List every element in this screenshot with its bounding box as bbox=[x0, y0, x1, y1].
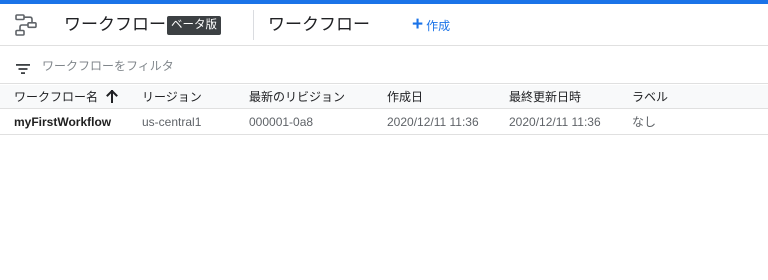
filter-icon[interactable] bbox=[16, 61, 30, 74]
workflow-name-link[interactable]: myFirstWorkflow bbox=[14, 109, 111, 134]
workflows-table: ワークフロー名 リージョン 最新のリビジョン 作成日 最終更新日時 ラベル my… bbox=[0, 85, 768, 135]
product-title: ワークフロー bbox=[64, 15, 166, 34]
page-header: ワークフロー ベータ版 ワークフロー + 作成 bbox=[0, 4, 768, 46]
column-header-name-label: ワークフロー名 bbox=[14, 90, 99, 104]
column-header-name[interactable]: ワークフロー名 bbox=[14, 85, 118, 108]
filter-input[interactable] bbox=[42, 56, 342, 76]
header-divider bbox=[253, 10, 254, 40]
workflow-labels: なし bbox=[632, 115, 657, 129]
table-header-row: ワークフロー名 リージョン 最新のリビジョン 作成日 最終更新日時 ラベル bbox=[0, 85, 768, 109]
workflow-updated: 2020/12/11 11:36 bbox=[509, 114, 601, 129]
filter-bar bbox=[0, 47, 768, 84]
table-row[interactable]: myFirstWorkflow us-central1 000001-0a8 2… bbox=[0, 109, 768, 135]
column-header-created[interactable]: 作成日 bbox=[387, 85, 423, 108]
workflow-revision: 000001-0a8 bbox=[249, 114, 314, 129]
column-header-latest-revision[interactable]: 最新のリビジョン bbox=[249, 85, 345, 108]
workflows-icon[interactable] bbox=[13, 12, 39, 38]
page-title: ワークフロー bbox=[268, 15, 370, 34]
column-header-last-updated[interactable]: 最終更新日時 bbox=[509, 85, 581, 108]
column-header-region[interactable]: リージョン bbox=[142, 85, 202, 108]
create-button[interactable]: + 作成 bbox=[412, 14, 450, 36]
create-button-label: 作成 bbox=[426, 18, 451, 33]
workflow-region: us-central1 bbox=[142, 114, 202, 129]
column-header-labels[interactable]: ラベル bbox=[632, 85, 668, 108]
workflow-created: 2020/12/11 11:36 bbox=[387, 114, 479, 129]
beta-badge: ベータ版 bbox=[167, 16, 221, 35]
sort-ascending-arrow-icon[interactable] bbox=[106, 89, 118, 104]
plus-icon: + bbox=[412, 14, 424, 35]
